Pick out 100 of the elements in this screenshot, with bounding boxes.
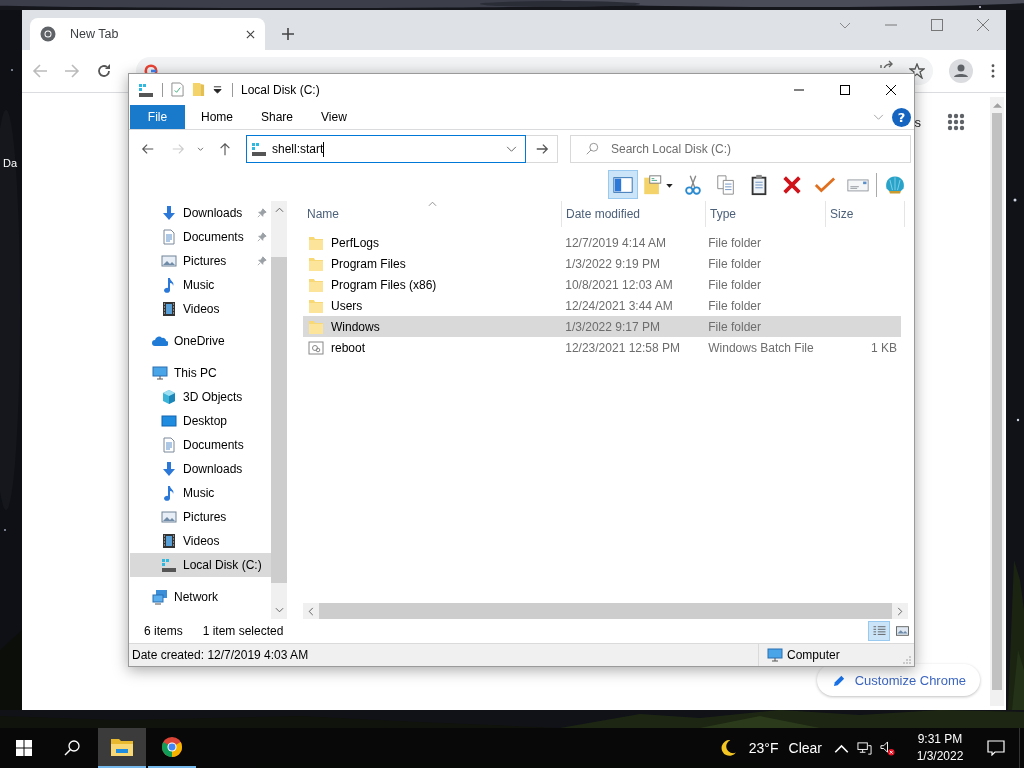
search-field[interactable]: Search Local Disk (C:): [570, 135, 911, 163]
scroll-right-icon[interactable]: [897, 606, 903, 616]
resize-grip-icon[interactable]: [903, 656, 911, 664]
column-header[interactable]: Name: [303, 201, 562, 227]
file-row[interactable]: Program Files 1/3/2022 9:19 PM File folder: [303, 253, 901, 274]
table-cell-text: File folder: [707, 319, 762, 334]
pencil-icon: [832, 673, 846, 687]
volume-muted-icon[interactable]: [880, 740, 895, 756]
nav-item[interactable]: Music: [130, 273, 271, 297]
nav-item[interactable]: This PC: [130, 361, 271, 385]
go-button[interactable]: [526, 135, 558, 163]
nav-item[interactable]: 3D Objects: [130, 385, 271, 409]
nav-item[interactable]: Documents: [130, 225, 271, 249]
maximize-icon[interactable]: [931, 19, 943, 31]
nav-item[interactable]: Videos: [130, 297, 271, 321]
table-cell-text: 1/3/2022 9:19 PM: [564, 256, 661, 271]
column-header[interactable]: Type: [706, 201, 826, 227]
back-icon[interactable]: [141, 142, 155, 156]
dropdown-icon[interactable]: [213, 85, 222, 94]
temperature[interactable]: 23°F: [748, 740, 779, 756]
new-tab-icon[interactable]: [282, 28, 294, 40]
nav-item[interactable]: Music: [130, 481, 271, 505]
forward-icon[interactable]: [64, 63, 80, 79]
file-row[interactable]: Program Files (x86) 10/8/2021 12:03 AM File folder: [303, 274, 901, 295]
window-title: Local Disk (C:): [241, 82, 320, 97]
properties-icon[interactable]: [171, 82, 184, 97]
column-header[interactable]: Date modified: [562, 201, 706, 227]
nav-item[interactable]: Local Disk (C:): [130, 553, 271, 577]
chrome-icon: [40, 26, 56, 42]
notifications-icon[interactable]: [987, 740, 1005, 756]
profile-icon[interactable]: [949, 59, 973, 83]
star-icon[interactable]: [909, 63, 925, 79]
nav-item[interactable]: OneDrive: [130, 329, 271, 353]
file-name: Program Files (x86): [331, 277, 437, 292]
table-cell-text: 12/7/2019 4:14 AM: [564, 235, 667, 250]
download-icon: [161, 461, 177, 477]
file-row[interactable]: Users 12/24/2021 3:44 AM File folder: [303, 295, 901, 316]
folder-icon[interactable]: [192, 82, 205, 97]
table-cell-text: 12/24/2021 3:44 AM: [564, 298, 674, 313]
scrollbar[interactable]: [271, 201, 287, 619]
scroll-left-icon[interactable]: [308, 606, 314, 616]
clock[interactable]: 9:31 PM 1/3/2022: [909, 731, 971, 765]
nav-item[interactable]: Pictures: [130, 249, 271, 273]
nav-item[interactable]: Videos: [130, 529, 271, 553]
ribbon-tab[interactable]: Share: [247, 105, 308, 129]
network-icon[interactable]: [857, 740, 872, 756]
apps-grid-icon[interactable]: [947, 113, 965, 131]
folder-icon: [308, 297, 324, 314]
weather-condition[interactable]: Clear: [788, 740, 822, 756]
arrow-right-icon: [534, 142, 549, 156]
table-cell-text: File folder: [707, 256, 762, 271]
desktop-icon: [161, 413, 177, 429]
browser-tab[interactable]: New Tab: [30, 18, 265, 50]
nav-item[interactable]: Documents: [130, 433, 271, 457]
scrollbar[interactable]: [990, 97, 1004, 706]
menu-icon[interactable]: [991, 64, 995, 78]
table-cell-text: File folder: [707, 235, 762, 250]
scroll-up-icon[interactable]: [992, 102, 1002, 108]
help-button[interactable]: ?: [892, 107, 911, 127]
taskbar-app[interactable]: [98, 728, 146, 768]
nav-item[interactable]: Downloads: [130, 457, 271, 481]
table-cell-text: Windows Batch File: [707, 340, 815, 355]
nav-item[interactable]: Desktop: [130, 409, 271, 433]
nav-item[interactable]: Pictures: [130, 505, 271, 529]
maximize-icon: [840, 84, 850, 95]
search-icon: [585, 142, 599, 156]
ribbon-tab[interactable]: Home: [187, 105, 247, 129]
nav-item[interactable]: Downloads: [130, 201, 271, 225]
file-row[interactable]: reboot 12/23/2021 12:58 PM Windows Batch File 1 KB: [303, 337, 901, 358]
document-icon: [161, 229, 177, 245]
reload-icon[interactable]: [96, 63, 112, 79]
images-link[interactable]: s: [914, 114, 921, 130]
scroll-up-icon[interactable]: [274, 207, 284, 213]
column-header[interactable]: Size: [826, 201, 905, 227]
new-folder-icon: [641, 173, 675, 196]
download-icon: [161, 205, 177, 221]
scrollbar-thumb[interactable]: [992, 113, 1002, 690]
chevron-down-icon[interactable]: [506, 145, 517, 153]
table-cell-text: 12/23/2021 12:58 PM: [564, 340, 681, 355]
ribbon-tab[interactable]: View: [307, 105, 361, 129]
expand-ribbon-icon[interactable]: [873, 113, 884, 121]
item-count: 6 items: [144, 624, 183, 638]
scrollbar-thumb[interactable]: [271, 257, 287, 583]
view-button[interactable]: [868, 621, 890, 641]
drive-icon: [161, 557, 177, 573]
address-field[interactable]: shell:start: [246, 135, 526, 163]
scroll-down-icon[interactable]: [274, 607, 284, 613]
customize-chrome-button[interactable]: Customize Chrome: [816, 664, 980, 696]
nav-item[interactable]: Network: [130, 585, 271, 609]
up-icon[interactable]: [218, 142, 232, 156]
file-row[interactable]: Windows 1/3/2022 9:17 PM File folder: [303, 316, 901, 337]
copy-icon: [715, 173, 737, 196]
recent-locations-icon[interactable]: [197, 146, 204, 152]
file-name: Windows: [331, 319, 380, 334]
batch-file-icon: [308, 339, 324, 356]
sort-ascending-icon: [428, 201, 437, 207]
close-icon[interactable]: [246, 29, 255, 39]
table-cell-text: 1/3/2022 9:17 PM: [564, 319, 661, 334]
table-cell-text: File folder: [707, 298, 762, 313]
file-row[interactable]: PerfLogs 12/7/2019 4:14 AM File folder: [303, 232, 901, 253]
